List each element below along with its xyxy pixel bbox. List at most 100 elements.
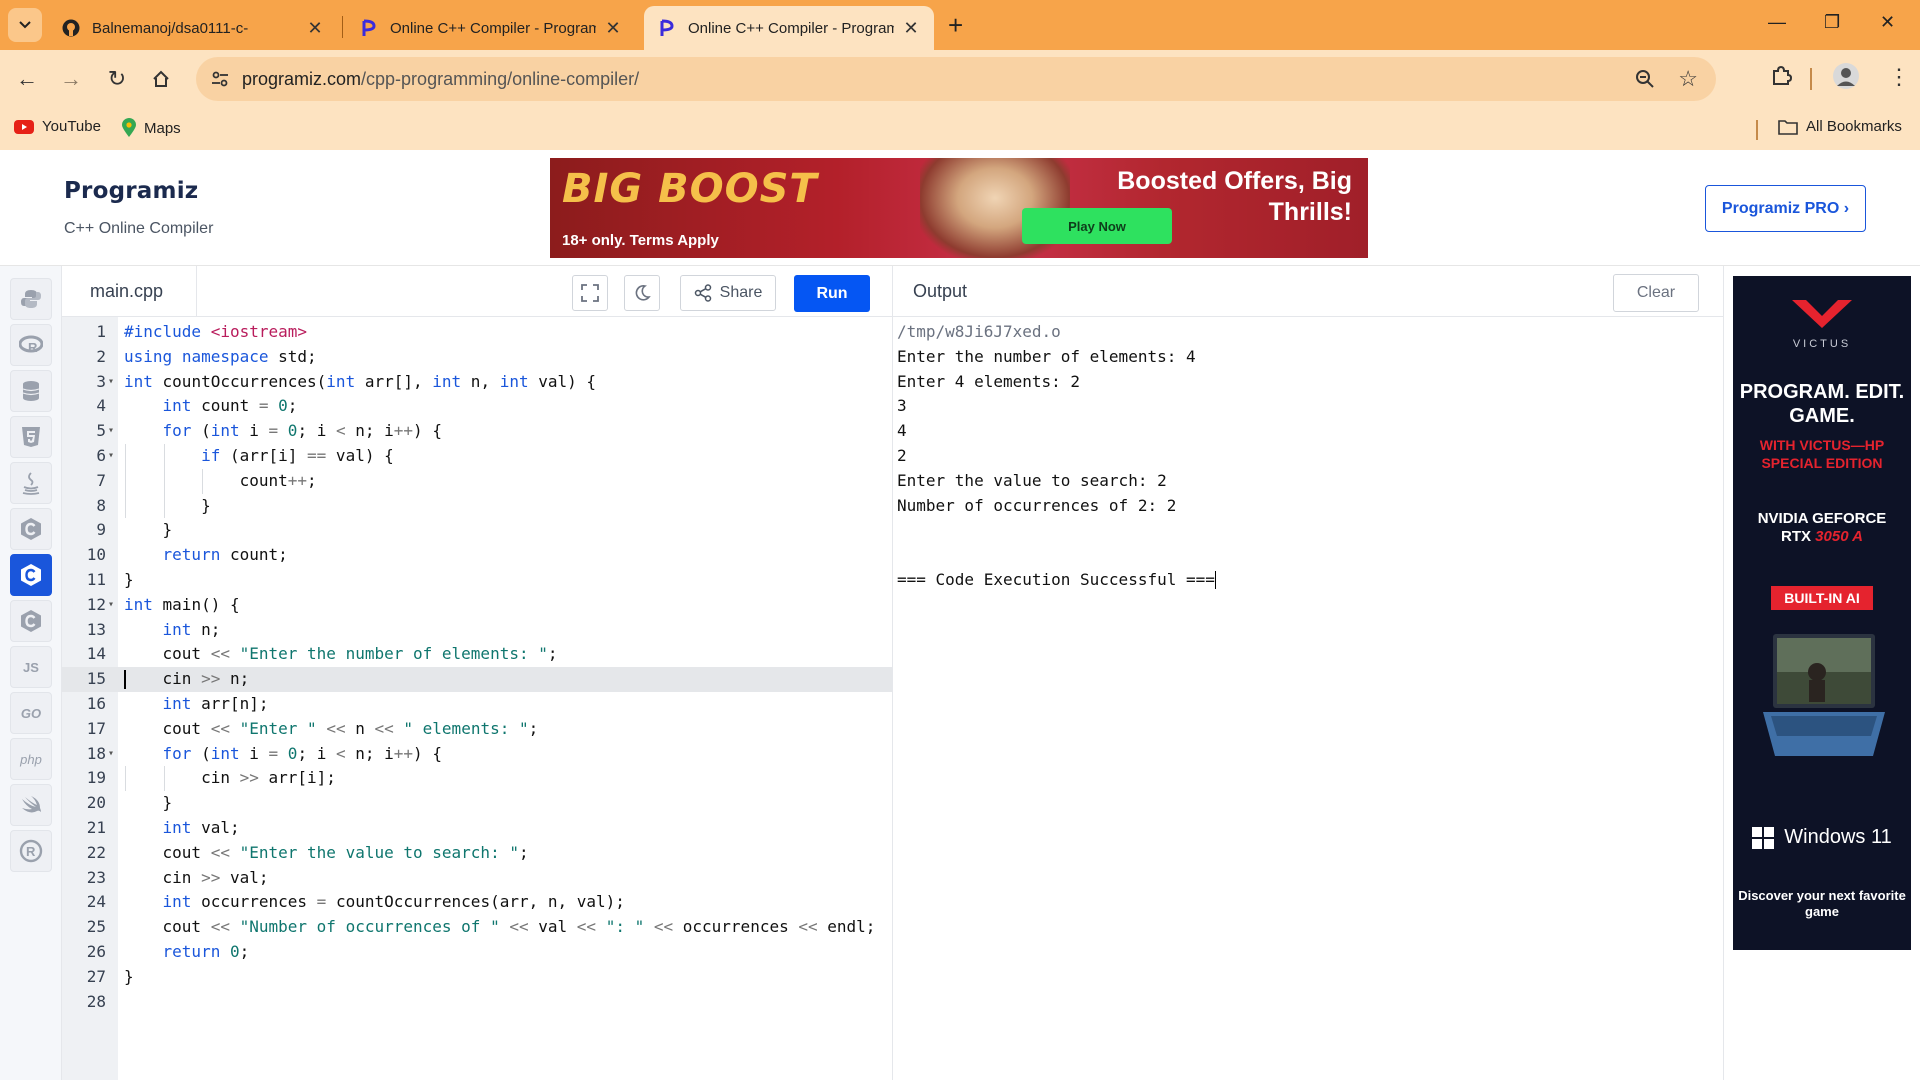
code-line[interactable]: 12 ▾ int main() { [62,593,892,618]
extensions-icon[interactable] [1770,64,1793,91]
fold-toggle-icon[interactable]: ▾ [108,593,114,618]
go-icon[interactable]: GO [10,692,52,734]
bookmark-label: YouTube [42,118,101,135]
rust-icon[interactable]: R [10,830,52,872]
ad-os-label: Windows 11 [1784,826,1892,848]
ad-banner[interactable]: BIG BOOST 18+ only. Terms Apply Boosted … [550,158,1368,258]
code-line[interactable]: 11} [62,568,892,593]
code-line[interactable]: 13 int n; [62,618,892,643]
js-label: JS [23,659,39,675]
reload-button[interactable]: ↻ [104,66,130,92]
profile-avatar[interactable] [1832,62,1860,95]
output-title: Output [913,281,968,301]
code-line[interactable]: 16 int arr[n]; [62,692,892,717]
site-info-icon[interactable] [210,69,230,94]
code-line[interactable]: 26 return 0; [62,940,892,965]
code-line[interactable]: 2 using namespace std; [62,345,892,370]
code-line[interactable]: 7 count++; [62,468,892,494]
dark-mode-button[interactable] [624,275,660,311]
csharp-icon[interactable] [10,600,52,642]
minimize-button[interactable]: — [1768,12,1786,33]
fold-toggle-icon[interactable]: ▾ [108,370,114,395]
close-window-button[interactable]: ✕ [1880,12,1895,33]
bookmarks-divider [1756,120,1758,140]
fold-toggle-icon[interactable]: ▾ [108,444,114,469]
code-line[interactable]: 18 ▾ for (int i = 0; i < n; i++) { [62,742,892,767]
code-line[interactable]: 19 cin >> arr[i]; [62,766,892,792]
clear-button[interactable]: Clear [1613,274,1699,312]
code-line[interactable]: 25 cout << "Number of occurrences of " <… [62,915,892,940]
java-icon[interactable] [10,462,52,504]
ad-gpu-line: NVIDIA GEFORCE [1757,510,1887,527]
code-line[interactable]: 23 cin >> val; [62,866,892,891]
tab-github[interactable]: Balnemanoj/dsa0111-c- ✕ [48,6,338,50]
js-icon[interactable]: JS [10,646,52,688]
output-console[interactable]: /tmp/w8Ji6J7xed.o Enter the number of ele… [897,320,1216,593]
code-text: } [124,495,211,515]
bookmark-maps[interactable]: Maps [122,118,181,138]
sql-icon[interactable] [10,370,52,412]
forward-button[interactable]: → [58,66,84,92]
programiz-pro-button[interactable]: Programiz PRO › [1705,185,1866,232]
side-ad[interactable]: VICTUS PROGRAM. EDIT. GAME. WITH VICTUS—… [1733,276,1911,950]
code-line[interactable]: 17 cout << "Enter " << n << " elements: … [62,717,892,742]
bookmark-youtube[interactable]: YouTube [14,118,101,135]
youtube-icon [14,119,34,134]
php-icon[interactable]: php [10,738,52,780]
line-number: 27 [86,966,106,986]
code-line[interactable]: 4 int count = 0; [62,394,892,419]
fullscreen-button[interactable] [572,275,608,311]
close-icon[interactable]: ✕ [306,18,324,39]
code-line[interactable]: 21 int val; [62,816,892,841]
code-line[interactable]: 15 cin >> n; [62,667,892,692]
code-text: int main() { [124,594,240,614]
code-editor[interactable]: 1 #include <iostream> 2 using namespace std… [62,320,892,1014]
bookmark-star-icon[interactable]: ☆ [1678,66,1698,92]
code-line[interactable]: 6 ▾ if (arr[i] == val) { [62,443,892,469]
tab-programiz-1[interactable]: Online C++ Compiler - Program ✕ [346,6,636,50]
output-line: 2 [897,445,907,465]
r-icon[interactable]: R [10,324,52,366]
address-bar[interactable]: programiz.com/cpp-programming/online-com… [196,57,1716,101]
menu-icon[interactable]: ⋮ [1888,64,1910,90]
python-icon[interactable] [10,278,52,320]
code-line[interactable]: 24 int occurrences = countOccurrences(ar… [62,890,892,915]
ad-headline-line: Boosted Offers, Big [1117,167,1352,195]
restore-button[interactable]: ❐ [1824,12,1840,33]
tab-search-button[interactable] [8,8,42,42]
file-tab[interactable]: main.cpp [62,266,197,316]
ad-play-button[interactable]: Play Now [1022,208,1172,244]
code-line[interactable]: 10 return count; [62,543,892,568]
back-button[interactable]: ← [14,66,40,92]
c-icon[interactable] [10,508,52,550]
ad-headline: PROGRAM. EDIT. GAME. [1739,381,1905,427]
new-tab-button[interactable]: + [948,12,963,38]
run-button[interactable]: Run [794,275,870,312]
close-icon[interactable]: ✕ [604,18,622,39]
code-line[interactable]: 14 cout << "Enter the number of elements… [62,642,892,667]
html5-icon[interactable] [10,416,52,458]
code-text: cin >> arr[i]; [124,768,336,788]
code-line[interactable]: 8 } [62,493,892,519]
code-line[interactable]: 9 } [62,518,892,543]
fold-toggle-icon[interactable]: ▾ [108,742,114,767]
code-line[interactable]: 27} [62,965,892,990]
all-bookmarks[interactable]: All Bookmarks [1778,118,1902,135]
url-path: /cpp-programming/online-compiler/ [361,69,640,89]
share-button[interactable]: Share [680,275,776,311]
home-button[interactable] [148,66,174,92]
maps-icon [122,118,136,137]
fold-toggle-icon[interactable]: ▾ [108,419,114,444]
close-icon[interactable]: ✕ [902,18,920,39]
programiz-logo[interactable]: Programiz [64,178,198,204]
code-line[interactable]: 3 ▾ int countOccurrences(int arr[], int n,… [62,370,892,395]
code-line[interactable]: 22 cout << "Enter the value to search: "… [62,841,892,866]
code-line[interactable]: 5 ▾ for (int i = 0; i < n; i++) { [62,419,892,444]
code-line[interactable]: 1 #include <iostream> [62,320,892,345]
tab-programiz-active[interactable]: Online C++ Compiler - Program ✕ [644,6,934,50]
cpp-icon[interactable] [10,554,52,596]
code-line[interactable]: 20 } [62,791,892,816]
zoom-icon[interactable] [1634,68,1656,95]
swift-icon[interactable] [10,784,52,826]
code-line[interactable]: 28 [62,990,892,1015]
